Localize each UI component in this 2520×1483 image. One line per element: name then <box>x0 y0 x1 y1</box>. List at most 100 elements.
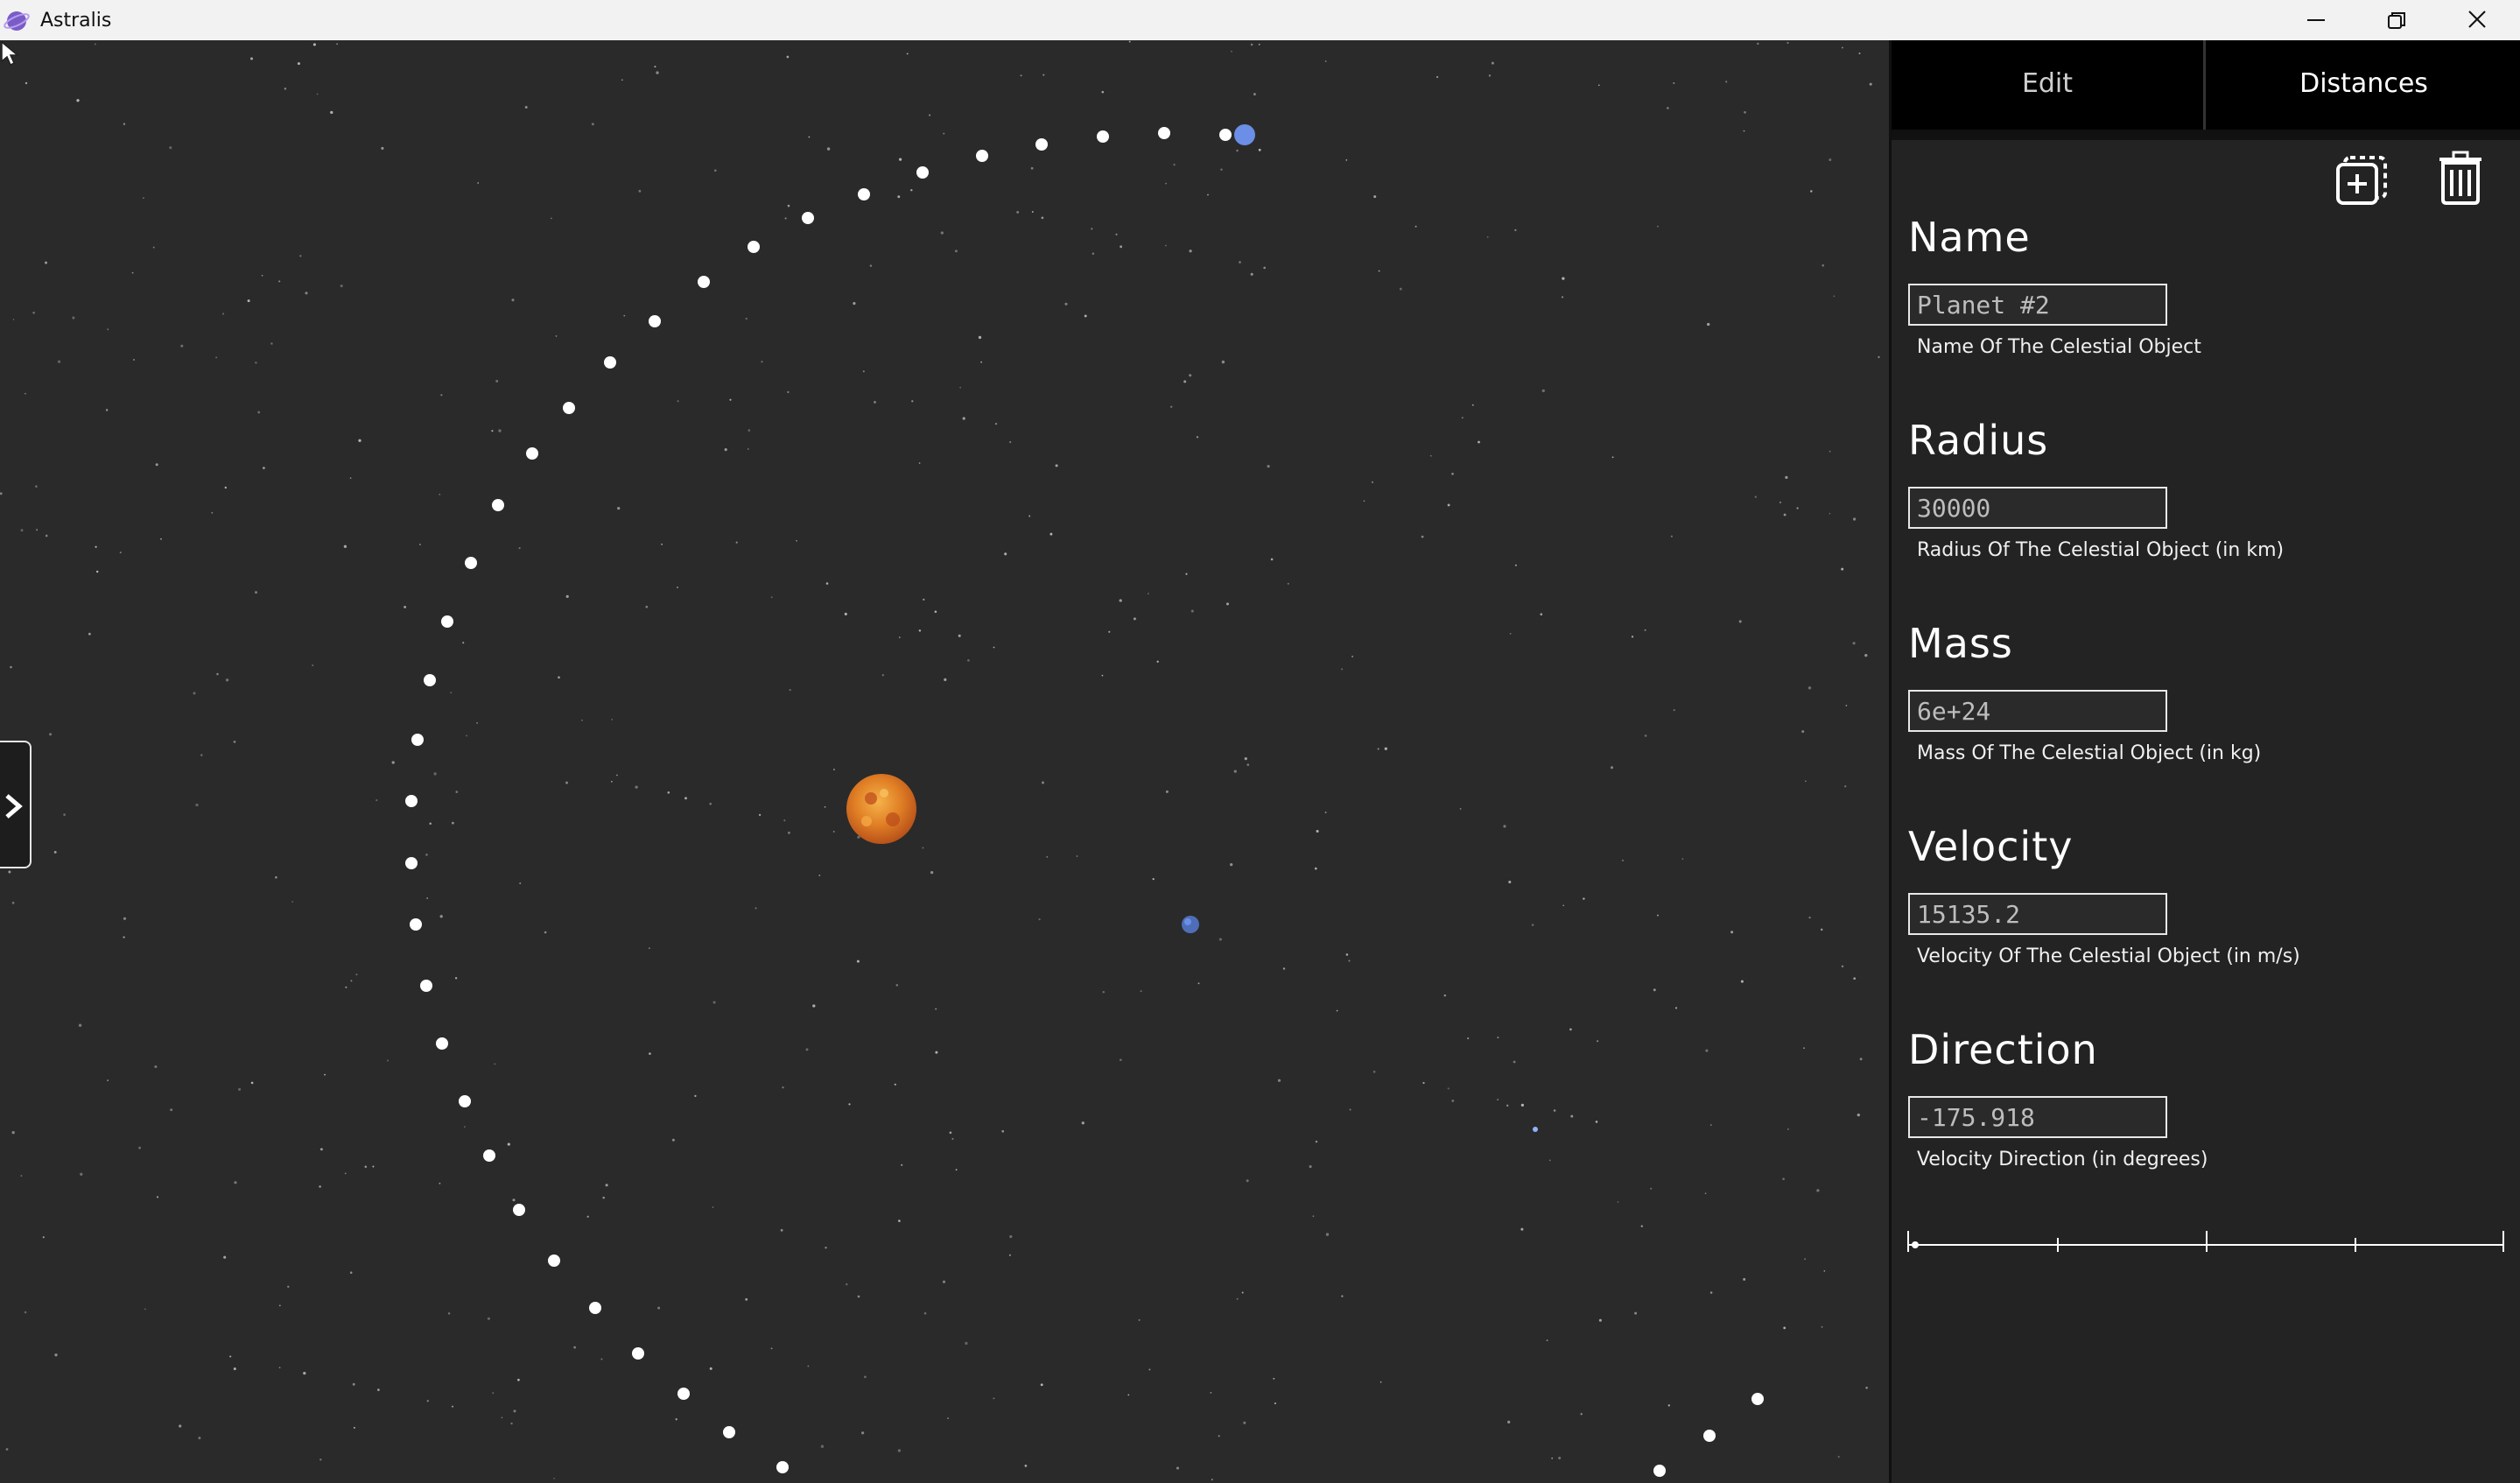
star <box>316 93 319 95</box>
star <box>1858 52 1861 55</box>
star <box>131 271 134 274</box>
star <box>1211 1479 1213 1481</box>
star <box>869 264 873 267</box>
star <box>11 1131 15 1135</box>
star <box>1841 965 1844 968</box>
star <box>425 854 428 856</box>
star <box>20 1175 23 1177</box>
star <box>712 1206 714 1208</box>
simulation-canvas[interactable] <box>0 40 1889 1483</box>
sidebar-toggle[interactable] <box>0 741 32 868</box>
star <box>591 123 594 126</box>
star <box>645 605 649 608</box>
star <box>54 1353 58 1357</box>
star <box>826 147 831 151</box>
star <box>805 1048 809 1051</box>
radius-field[interactable] <box>1908 487 2167 529</box>
star <box>80 1172 83 1176</box>
minimize-button[interactable] <box>2276 0 2356 40</box>
trash-icon[interactable] <box>2432 149 2492 208</box>
star <box>1796 507 1799 510</box>
star <box>343 545 347 548</box>
sun[interactable] <box>846 774 916 844</box>
star <box>1506 1104 1509 1107</box>
star <box>1785 475 1788 479</box>
star <box>1351 655 1354 657</box>
star <box>1644 734 1647 737</box>
tab-distances[interactable]: Distances <box>2208 40 2520 130</box>
time-slider[interactable] <box>1905 1222 2509 1252</box>
star <box>221 313 225 315</box>
orbit-dot <box>802 212 814 224</box>
star <box>1165 182 1167 185</box>
star <box>418 544 421 545</box>
star <box>1127 1394 1130 1396</box>
star <box>1823 1270 1826 1272</box>
star <box>1569 1028 1572 1031</box>
tab-divider <box>1892 130 2520 140</box>
velocity-field[interactable] <box>1908 893 2167 935</box>
star <box>1244 756 1247 761</box>
direction-field[interactable] <box>1908 1096 2167 1138</box>
tab-edit[interactable]: Edit <box>1892 40 2206 130</box>
star <box>107 1079 109 1082</box>
distant-object[interactable] <box>1533 1127 1538 1132</box>
star <box>621 79 623 81</box>
star <box>88 632 91 636</box>
star <box>611 718 614 720</box>
star <box>1805 780 1807 783</box>
star <box>616 774 618 777</box>
star <box>918 462 921 464</box>
star <box>617 506 621 510</box>
star <box>1597 1040 1599 1043</box>
close-button[interactable] <box>2437 0 2517 40</box>
star <box>1246 763 1250 766</box>
name-field[interactable] <box>1908 284 2167 326</box>
orbit-dot <box>483 1149 495 1162</box>
star <box>1250 272 1253 276</box>
star <box>1673 708 1675 712</box>
planet-blue-small[interactable] <box>1182 916 1199 933</box>
duplicate-add-icon[interactable] <box>2333 147 2392 207</box>
star <box>782 1086 784 1089</box>
star <box>729 398 732 401</box>
restore-button[interactable] <box>2356 0 2437 40</box>
close-icon <box>2468 11 2486 28</box>
star <box>1617 1201 1619 1203</box>
star <box>856 959 860 963</box>
star <box>1640 1225 1643 1227</box>
star <box>510 1422 513 1425</box>
star <box>476 722 478 724</box>
star <box>1744 110 1746 114</box>
star <box>94 43 96 46</box>
star <box>1520 1227 1524 1231</box>
star <box>1864 653 1868 657</box>
mass-field[interactable] <box>1908 690 2167 732</box>
star <box>1309 1165 1312 1169</box>
space-scene[interactable] <box>0 40 1889 1483</box>
selected-planet[interactable] <box>1234 124 1255 145</box>
star <box>312 43 316 46</box>
star <box>25 81 28 85</box>
star <box>364 1165 368 1168</box>
star <box>45 261 47 264</box>
star <box>20 529 24 532</box>
star <box>1049 532 1053 536</box>
star <box>144 1308 146 1311</box>
star <box>1119 1058 1122 1062</box>
star <box>1196 436 1199 439</box>
star <box>1447 1087 1450 1090</box>
star <box>312 664 314 666</box>
star <box>439 1182 441 1184</box>
star <box>1816 1189 1820 1192</box>
star <box>1837 1456 1840 1458</box>
star <box>305 292 308 295</box>
star <box>1820 928 1823 931</box>
star <box>611 780 613 783</box>
star <box>1829 512 1831 515</box>
star <box>1349 1108 1351 1111</box>
star <box>32 311 35 314</box>
star <box>844 612 847 615</box>
star <box>299 255 302 257</box>
star <box>0 492 3 496</box>
